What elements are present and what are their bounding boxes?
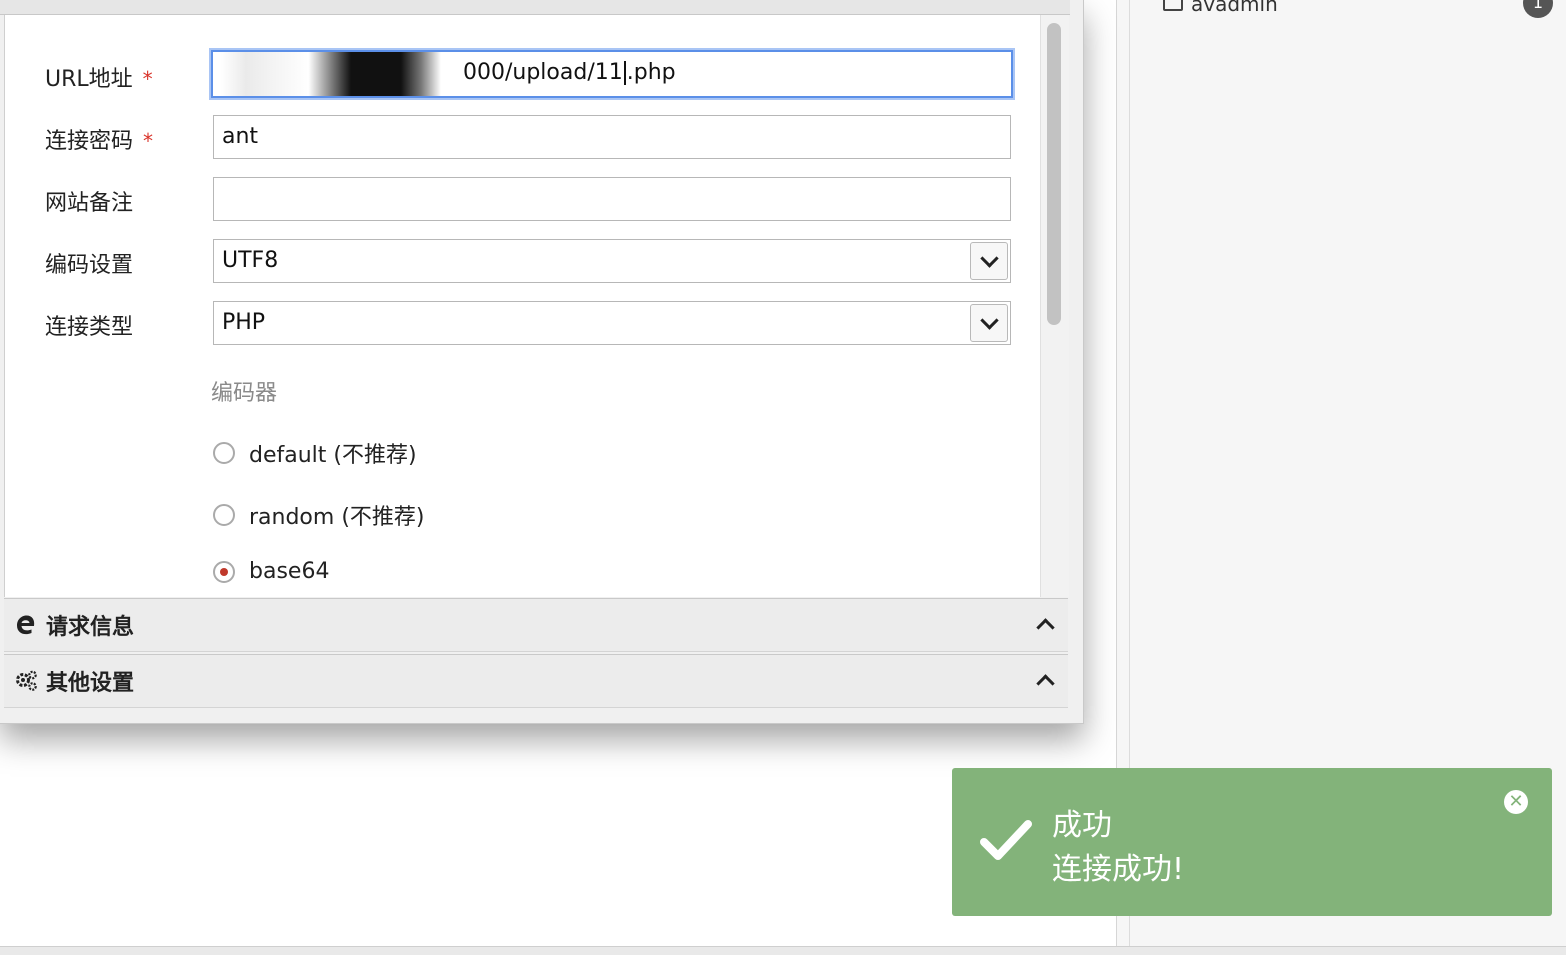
form-scrollbar[interactable] bbox=[1040, 15, 1069, 597]
url-value-suffix: .php bbox=[626, 60, 676, 85]
toast-message: 连接成功! bbox=[1052, 852, 1185, 887]
url-value-main: 000/upload/11 bbox=[463, 60, 623, 85]
chevron-up-icon[interactable] bbox=[1036, 674, 1055, 693]
encoder-option-label: random (不推荐) bbox=[249, 505, 425, 530]
accordion-request-info[interactable]: 请求信息 bbox=[4, 598, 1068, 652]
gears-icon bbox=[16, 670, 37, 691]
scrollbar-thumb[interactable] bbox=[1047, 23, 1061, 325]
encoding-select-value: UTF8 bbox=[222, 248, 279, 273]
url-input[interactable]: 000/upload/11 .php bbox=[211, 50, 1013, 98]
encoder-option-random[interactable]: random (不推荐) bbox=[213, 499, 425, 531]
encoder-option-base64[interactable]: base64 bbox=[213, 559, 329, 584]
encoding-label: 编码设置 bbox=[45, 253, 134, 278]
text-caret bbox=[623, 61, 626, 85]
accordion-title: 请求信息 bbox=[46, 615, 135, 640]
password-label-text: 连接密码 bbox=[45, 129, 134, 154]
basic-config-form: URL地址 * 000/upload/11 .php 连接密码 * ant 网站备注 … bbox=[4, 15, 1041, 597]
url-label-text: URL地址 bbox=[45, 67, 133, 92]
accordion-title: 其他设置 bbox=[46, 671, 135, 696]
url-input-value: 000/upload/11 .php bbox=[463, 52, 676, 94]
edge-browser-icon bbox=[17, 615, 35, 635]
password-input[interactable]: ant bbox=[213, 115, 1011, 159]
accordion-other-settings[interactable]: 其他设置 bbox=[4, 654, 1068, 708]
dialog-titlebar[interactable] bbox=[0, 0, 1070, 15]
encoder-section-label: 编码器 bbox=[211, 381, 278, 406]
note-input[interactable] bbox=[213, 177, 1011, 221]
redacted-region bbox=[221, 52, 471, 96]
conn-type-select-value: PHP bbox=[222, 310, 266, 335]
radio-button[interactable] bbox=[213, 504, 235, 526]
conn-type-select[interactable]: PHP bbox=[213, 301, 1011, 345]
tree-item-label: avadmin bbox=[1191, 0, 1278, 16]
required-mark: * bbox=[143, 129, 154, 153]
encoder-option-label: default (不推荐) bbox=[249, 443, 417, 468]
add-shell-dialog: URL地址 * 000/upload/11 .php 连接密码 * ant 网站备注 … bbox=[0, 0, 1084, 724]
count-badge: 1 bbox=[1523, 0, 1553, 18]
conn-type-label: 连接类型 bbox=[45, 315, 134, 340]
chevron-down-icon[interactable] bbox=[970, 304, 1008, 342]
radio-button[interactable] bbox=[213, 442, 235, 464]
toast-title: 成功 bbox=[1052, 808, 1112, 843]
encoding-select[interactable]: UTF8 bbox=[213, 239, 1011, 283]
password-label: 连接密码 * bbox=[45, 123, 153, 155]
radio-button-selected[interactable] bbox=[213, 560, 235, 583]
required-mark: * bbox=[142, 67, 153, 91]
encoder-option-label: base64 bbox=[249, 559, 330, 584]
chevron-up-icon[interactable] bbox=[1036, 618, 1055, 637]
folder-icon bbox=[1163, 0, 1183, 11]
note-label: 网站备注 bbox=[45, 191, 134, 216]
encoder-option-default[interactable]: default (不推荐) bbox=[213, 437, 417, 469]
success-toast: 成功 连接成功! ✕ bbox=[952, 768, 1552, 916]
chevron-down-icon[interactable] bbox=[970, 242, 1008, 280]
url-label: URL地址 * bbox=[45, 61, 153, 93]
tree-item-avadmin[interactable]: avadmin bbox=[1163, 0, 1278, 16]
checkmark-icon bbox=[980, 820, 1032, 860]
close-icon[interactable]: ✕ bbox=[1504, 790, 1528, 814]
